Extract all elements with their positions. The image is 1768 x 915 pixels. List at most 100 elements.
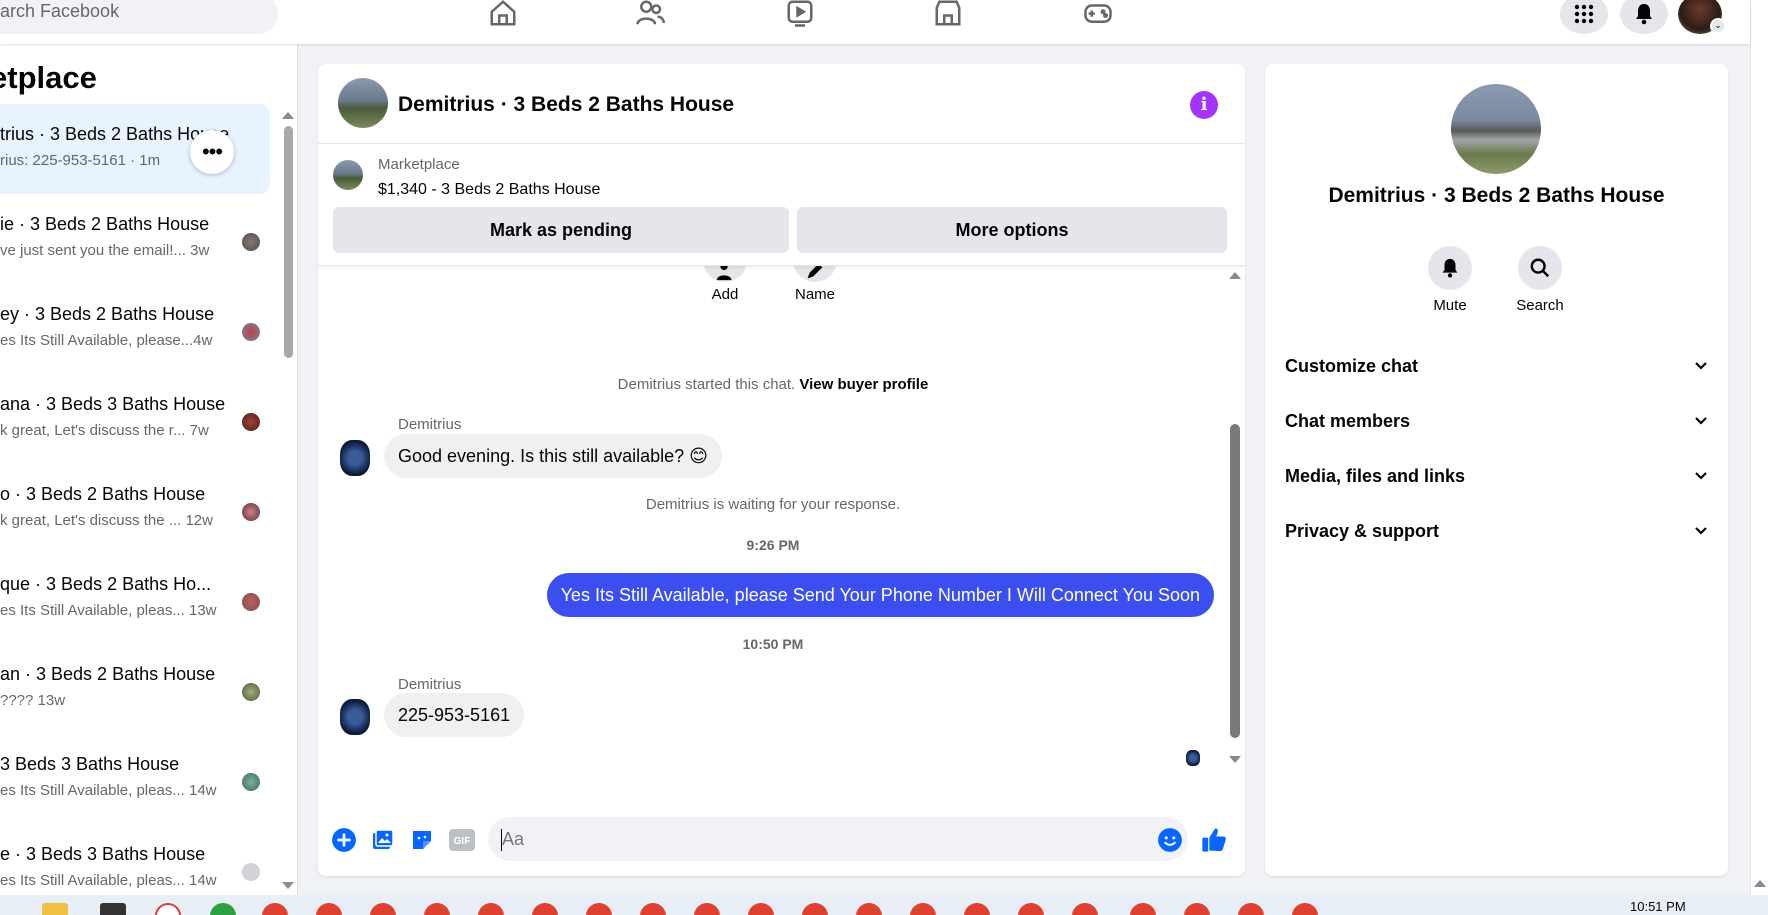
conversation-preview: es Its Still Available, pleas... 13w: [0, 602, 217, 619]
chat-avatar[interactable]: [338, 78, 388, 128]
sidebar-title: etplace: [0, 60, 97, 95]
conversation-title: ey · 3 Beds 2 Baths House: [0, 304, 215, 324]
media-files-links-section[interactable]: Media, files and links: [1285, 454, 1709, 498]
add-label: Add: [711, 286, 739, 303]
scroll-up-icon[interactable]: [1229, 272, 1241, 279]
scroll-up-icon[interactable]: [1754, 880, 1766, 887]
chrome-icon[interactable]: [748, 903, 774, 915]
conversation-item[interactable]: que · 3 Beds 2 Baths Ho... es Its Still …: [0, 554, 270, 644]
chrome-icon[interactable]: [532, 903, 558, 915]
info-icon[interactable]: i: [1190, 91, 1218, 119]
chrome-icon[interactable]: [1292, 903, 1318, 915]
sender-avatar[interactable]: [340, 440, 370, 476]
chrome-icon[interactable]: [424, 903, 450, 915]
outgoing-message[interactable]: Yes Its Still Available, please Send You…: [546, 573, 1214, 617]
chrome-icon[interactable]: [370, 903, 396, 915]
bell-icon: [1428, 246, 1472, 290]
chevron-down-icon: [1695, 417, 1707, 425]
message-composer: GIF: [318, 810, 1245, 870]
chrome-icon[interactable]: [910, 903, 936, 915]
conversation-item[interactable]: an · 3 Beds 2 Baths House ???? 13w: [0, 644, 270, 734]
whatsapp-icon[interactable]: [210, 903, 236, 915]
search-in-chat-button[interactable]: Search: [1500, 246, 1580, 314]
gif-icon[interactable]: GIF: [448, 826, 476, 854]
chrome-icon[interactable]: [802, 903, 828, 915]
search-input[interactable]: arch Facebook: [0, 0, 278, 34]
info-avatar[interactable]: [1451, 84, 1541, 174]
app-icon[interactable]: [100, 903, 126, 915]
chevron-down-icon: [1695, 472, 1707, 480]
chat-header: Demitrius · 3 Beds 2 Baths House i: [318, 64, 1245, 144]
menu-grid-icon[interactable]: [1560, 0, 1608, 34]
chrome-icon[interactable]: [316, 903, 342, 915]
friends-icon[interactable]: [630, 0, 670, 30]
system-clock[interactable]: 10:51 PM: [1630, 899, 1686, 914]
chrome-icon[interactable]: [1018, 903, 1044, 915]
read-receipt-avatar: [1186, 750, 1200, 766]
chrome-icon[interactable]: [262, 903, 288, 915]
page-scrollbar[interactable]: [1750, 0, 1768, 895]
account-chevron-icon[interactable]: ⌄: [1710, 18, 1726, 34]
home-icon[interactable]: [483, 0, 523, 30]
plus-icon[interactable]: [330, 826, 358, 854]
mute-label: Mute: [1433, 297, 1467, 314]
marketplace-icon[interactable]: [928, 0, 968, 30]
chat-members-section[interactable]: Chat members: [1285, 399, 1709, 443]
scroll-down-icon[interactable]: [282, 882, 294, 889]
conversation-item[interactable]: e · 3 Beds 3 Baths House es Its Still Av…: [0, 824, 270, 895]
more-options-button[interactable]: More options: [797, 207, 1227, 253]
marketplace-label: Marketplace: [378, 156, 460, 173]
chrome-icon[interactable]: [1072, 903, 1098, 915]
photo-icon[interactable]: [369, 826, 397, 854]
chrome-icon[interactable]: [1184, 903, 1210, 915]
privacy-support-section[interactable]: Privacy & support: [1285, 509, 1709, 553]
incoming-message[interactable]: Good evening. Is this still available? 😊: [384, 434, 722, 478]
message-timestamp: 9:26 PM: [746, 537, 800, 553]
notifications-icon[interactable]: [1620, 0, 1668, 34]
conversation-more-button[interactable]: •••: [190, 130, 234, 174]
chrome-icon[interactable]: [640, 903, 666, 915]
chrome-icon[interactable]: [1130, 903, 1156, 915]
conversation-avatar: [242, 773, 260, 791]
conversation-item[interactable]: 3 Beds 3 Baths House es Its Still Availa…: [0, 734, 270, 824]
file-explorer-icon[interactable]: [42, 903, 68, 915]
gaming-icon[interactable]: [1078, 0, 1118, 30]
conversation-avatar: [242, 593, 260, 611]
conversation-avatar: [242, 233, 260, 251]
chat-title[interactable]: Demitrius · 3 Beds 2 Baths House: [398, 93, 734, 117]
conversation-item[interactable]: o · 3 Beds 2 Baths House k great, Let's …: [0, 464, 270, 554]
sidebar-scrollbar[interactable]: [284, 126, 293, 358]
view-buyer-profile-link[interactable]: View buyer profile: [799, 376, 928, 393]
mark-as-pending-button[interactable]: Mark as pending: [333, 207, 789, 253]
chrome-icon[interactable]: [694, 903, 720, 915]
sender-name: Demitrius: [398, 416, 462, 433]
scroll-down-icon[interactable]: [1229, 756, 1241, 763]
listing-thumbnail[interactable]: [333, 160, 363, 190]
sticker-icon[interactable]: [408, 826, 436, 854]
conversation-avatar: [242, 413, 260, 431]
chrome-icon[interactable]: [856, 903, 882, 915]
incoming-message[interactable]: 225-953-5161: [384, 693, 525, 737]
sender-avatar[interactable]: [340, 699, 370, 735]
conversation-title: ana · 3 Beds 3 Baths House: [0, 394, 226, 414]
svg-text:GIF: GIF: [454, 836, 471, 847]
chat-scrollbar[interactable]: [1230, 424, 1240, 738]
info-chat-name: Demitrius · 3 Beds 2 Baths House: [1328, 184, 1665, 207]
watch-icon[interactable]: [780, 0, 820, 30]
conversation-item[interactable]: ie · 3 Beds 2 Baths House ve just sent y…: [0, 194, 270, 284]
clock-app-icon[interactable]: [155, 903, 181, 915]
emoji-icon[interactable]: [1156, 826, 1184, 854]
chrome-icon[interactable]: [586, 903, 612, 915]
conversation-item[interactable]: ana · 3 Beds 3 Baths House k great, Let'…: [0, 374, 270, 464]
thumbs-up-icon[interactable]: [1200, 826, 1228, 854]
name-label: Name: [794, 286, 835, 303]
chrome-icon[interactable]: [964, 903, 990, 915]
chrome-icon[interactable]: [1238, 903, 1264, 915]
chrome-icon[interactable]: [478, 903, 504, 915]
message-input[interactable]: [488, 817, 1188, 861]
mute-button[interactable]: Mute: [1410, 246, 1490, 314]
scroll-up-icon[interactable]: [282, 112, 294, 119]
customize-chat-section[interactable]: Customize chat: [1285, 344, 1709, 388]
listing-title[interactable]: $1,340 - 3 Beds 2 Baths House: [378, 181, 600, 199]
conversation-item[interactable]: ey · 3 Beds 2 Baths House es Its Still A…: [0, 284, 270, 374]
